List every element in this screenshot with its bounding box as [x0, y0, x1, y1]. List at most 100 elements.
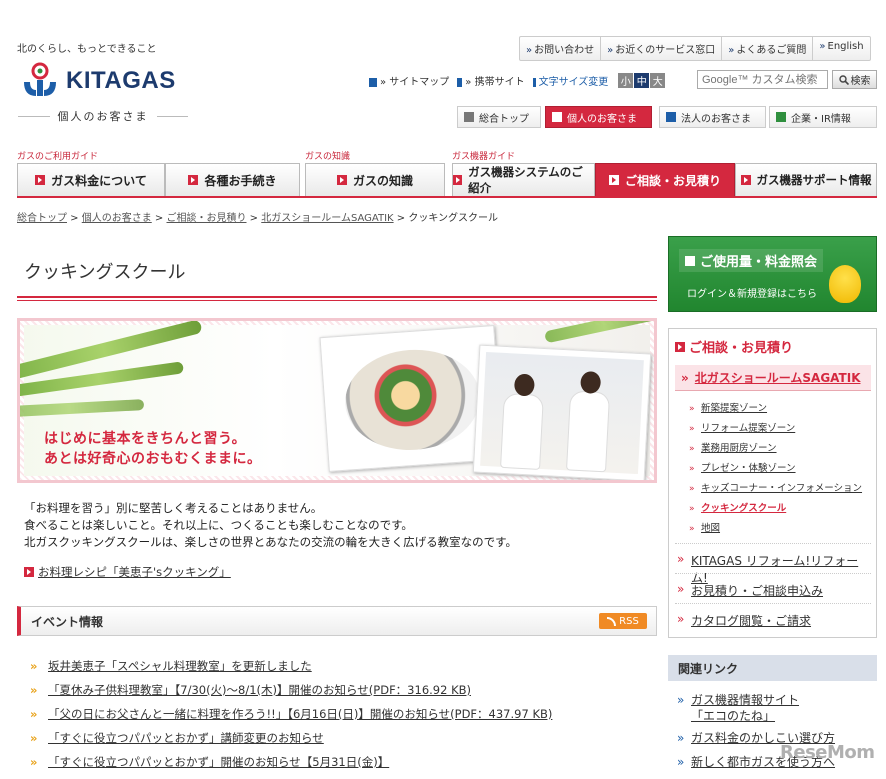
intro-line: 「お料理を習う」別に堅苦しく考えることはありません。 — [24, 501, 323, 515]
sitemap-link[interactable]: » サイトマップ — [369, 73, 449, 88]
sitemap-label: サイトマップ — [389, 77, 450, 88]
nav-procedures[interactable]: 各種お手続き — [165, 163, 300, 197]
sidebar-section-title: ご相談・お見積り — [675, 337, 793, 356]
sidebar-subitem-link[interactable]: プレゼン・体験ゾーン — [701, 463, 796, 474]
sidebar-subitem: リフォーム提案ゾーン — [689, 419, 862, 439]
search-icon — [838, 74, 849, 85]
usage-inquiry-banner[interactable]: ご使用量・料金照会 ログイン＆新規登録はこちら — [668, 236, 877, 312]
event-link[interactable]: 「すぐに役立つパパッとおかず」講師変更のお知らせ — [48, 731, 324, 745]
arrow-icon — [608, 175, 619, 185]
intro-text: 「お料理を習う」別に堅苦しく考えることはありません。 食べることは楽しいこと。そ… — [24, 500, 517, 551]
sidebar-link-catalog[interactable]: カタログ閲覧・ご請求 — [691, 614, 811, 628]
related-link: ガス機器情報サイト「エコのたね」 — [675, 692, 821, 724]
kitagas-logo[interactable]: KITAGAS — [20, 62, 176, 100]
nav-equipment-systems[interactable]: ガス機器システムのご紹介 — [452, 163, 595, 197]
nav-underline — [17, 196, 877, 198]
nav-consultation[interactable]: ご相談・お見積り — [595, 163, 735, 197]
arrow-icon — [740, 175, 751, 185]
service-window-link[interactable]: お近くのサービス窓口 — [601, 37, 723, 60]
sidebar-subitem-link[interactable]: 新築提案ゾーン — [701, 403, 767, 414]
font-size-large-button[interactable]: 大 — [650, 73, 666, 88]
mobile-site-link[interactable]: » 携帯サイト — [457, 73, 525, 88]
sidebar-subitem-current: クッキングスクール — [689, 499, 862, 519]
sidebar-subitem-link[interactable]: キッズコーナー・インフォメーション — [701, 483, 862, 494]
search-input[interactable] — [697, 70, 828, 89]
nav-gas-rates[interactable]: ガス料金について — [17, 163, 165, 197]
contact-link[interactable]: お問い合わせ — [520, 37, 602, 60]
sidebar-link: カタログ閲覧・ご請求 — [675, 603, 871, 636]
event-link[interactable]: 「夏休み子供料理教室」【7/30(火)〜8/1(木)】開催のお知らせ(PDF：3… — [48, 683, 471, 697]
breadcrumb-link[interactable]: 総合トップ — [17, 213, 67, 224]
faq-link[interactable]: よくあるご質問 — [722, 37, 814, 60]
tab-corporate-top[interactable]: 総合トップ — [457, 106, 541, 128]
event-link[interactable]: 「父の日にお父さんと一緒に料理を作ろう!!」【6月16日(日)】開催のお知らせ(… — [48, 707, 552, 721]
breadcrumb-link[interactable]: 個人のお客さま — [82, 213, 152, 224]
sidebar-subitem-link[interactable]: 業務用厨房ゾーン — [701, 443, 777, 454]
related-link-eco[interactable]: ガス機器情報サイト「エコのたね」 — [691, 692, 821, 724]
title-underline — [17, 296, 657, 301]
search-button[interactable]: 検索 — [832, 70, 877, 89]
arrow-icon — [552, 112, 562, 122]
sidebar-subitem: 地図 — [689, 519, 862, 539]
mobile-label: 携帯サイト — [474, 77, 525, 88]
nav-gas-knowledge[interactable]: ガスの知識 — [305, 163, 445, 197]
search-button-label: 検索 — [850, 76, 871, 87]
breadcrumb-link[interactable]: 北ガスショールームSAGATIK — [261, 213, 393, 224]
teacher-image — [566, 390, 611, 473]
sidebar-section-title-text: ご相談・お見積り — [689, 341, 794, 356]
rss-label: RSS — [619, 615, 639, 627]
nav-support-info[interactable]: ガス機器サポート情報 — [735, 163, 877, 197]
font-size-label: 文字サイズ変更 — [532, 73, 609, 88]
events-list: 坂井美恵子「スペシャル料理教室」を更新しました 「夏休み子供料理教室」【7/30… — [30, 654, 552, 774]
asparagus-image — [20, 399, 145, 418]
sidebar-showroom-link[interactable]: 北ガスショールームSAGATIK — [695, 369, 861, 386]
usage-subtitle: ログイン＆新規登録はこちら — [687, 289, 817, 300]
rss-button[interactable]: RSS — [599, 613, 647, 629]
font-size-medium-button[interactable]: 中 — [634, 73, 650, 88]
font-size-small-button[interactable]: 小 — [618, 73, 634, 88]
tab-business-label: 法人のお客さま — [681, 113, 751, 125]
english-link[interactable]: English — [813, 37, 869, 60]
sidebar-subitem-link[interactable]: クッキングスクール — [701, 503, 786, 514]
related-links-header: 関連リンク — [668, 655, 877, 681]
font-size-text: 文字サイズ変更 — [538, 77, 609, 88]
tab-ir[interactable]: 企業・IR情報 — [769, 106, 877, 128]
breadcrumb-link[interactable]: ご相談・お見積り — [167, 213, 247, 224]
arrow-icon — [24, 567, 34, 577]
event-link[interactable]: 坂井美恵子「スペシャル料理教室」を更新しました — [48, 659, 312, 673]
recipe-link[interactable]: お料理レシピ「美恵子'sクッキング」 — [38, 564, 231, 580]
logo-subtitle-text: 個人のお客さま — [57, 110, 149, 123]
sidebar-link-estimate[interactable]: お見積り・ご相談申込み — [691, 584, 823, 598]
breadcrumb: 総合トップ > 個人のお客さま > ご相談・お見積り > 北ガスショールームSA… — [17, 213, 499, 224]
events-header: イベント情報 — [17, 606, 657, 636]
tab-personal[interactable]: 個人のお客さま — [545, 106, 652, 128]
sidebar-link: お見積り・ご相談申込み — [675, 573, 871, 606]
font-size-switcher: 小 中 大 — [618, 73, 666, 88]
breadcrumb-current: クッキングスクール — [408, 213, 499, 224]
student-image — [500, 392, 544, 470]
list-item: 「すぐに役立つパパッとおかず」開催のお知らせ【5月31日(金)】 — [30, 750, 552, 774]
arrow-icon — [666, 112, 676, 122]
mobile-icon — [457, 77, 463, 87]
hero-background: はじめに基本をきちんと習う。 あとは好奇心のおもむくままに。 — [20, 321, 654, 480]
rss-icon — [607, 616, 617, 626]
event-link[interactable]: 「すぐに役立つパパッとおかず」開催のお知らせ【5月31日(金)】 — [48, 755, 389, 769]
teacher-head-image — [580, 370, 602, 394]
sidebar-subitem-link[interactable]: 地図 — [701, 523, 720, 534]
arrow-icon — [336, 175, 347, 185]
site-tagline: 北のくらし、もっとできること — [17, 44, 157, 55]
nav-support-info-label: ガス機器サポート情報 — [756, 173, 872, 187]
nav-procedures-label: 各種お手続き — [204, 173, 277, 188]
sidebar-subitem-link[interactable]: リフォーム提案ゾーン — [701, 423, 795, 434]
mascot-icon — [829, 265, 861, 303]
list-item: 「父の日にお父さんと一緒に料理を作ろう!!」【6月16日(日)】開催のお知らせ(… — [30, 702, 552, 726]
cooking-class-photo — [472, 344, 652, 480]
arrow-icon — [464, 112, 474, 122]
tab-business[interactable]: 法人のお客さま — [659, 106, 766, 128]
info-icon — [532, 77, 536, 87]
arrow-icon — [453, 175, 463, 185]
arrow-icon — [685, 255, 695, 266]
logo-text: KITAGAS — [66, 67, 176, 94]
sidebar-subitem: 業務用厨房ゾーン — [689, 439, 862, 459]
arrow-icon — [188, 175, 199, 185]
